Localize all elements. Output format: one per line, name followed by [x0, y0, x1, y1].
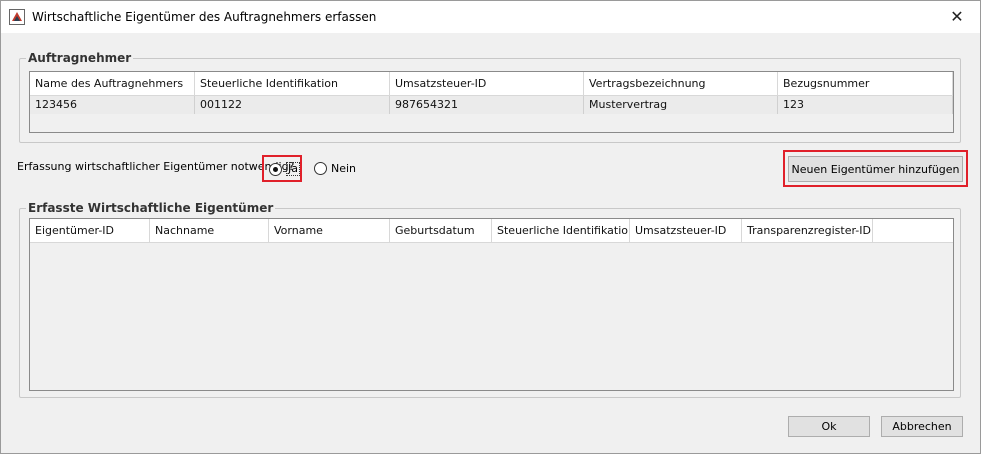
- radio-nein-label: Nein: [331, 162, 357, 175]
- radio-nein[interactable]: Nein: [314, 162, 356, 175]
- auftragnehmer-table-header: Name des Auftragnehmers Steuerliche Iden…: [30, 72, 953, 96]
- java-app-icon: [9, 9, 25, 25]
- question-label: Erfassung wirtschaftlicher Eigentümer no…: [17, 160, 295, 173]
- close-icon[interactable]: ✕: [934, 1, 980, 32]
- column-header-nachname[interactable]: Nachname: [150, 219, 269, 243]
- add-owner-button[interactable]: Neuen Eigentümer hinzufügen: [788, 156, 963, 182]
- eigentuemer-table-header: Eigentümer-ID Nachname Vorname Geburtsda…: [30, 219, 953, 243]
- radio-nein-indicator[interactable]: [314, 162, 327, 175]
- column-header-umsatzsteuer-id[interactable]: Umsatzsteuer-ID: [630, 219, 742, 243]
- column-header-bezugsnummer[interactable]: Bezugsnummer: [778, 72, 953, 96]
- ok-button[interactable]: Ok: [788, 416, 870, 437]
- column-header-vertragsbezeichnung[interactable]: Vertragsbezeichnung: [584, 72, 778, 96]
- title-bar: Wirtschaftliche Eigentümer des Auftragne…: [1, 1, 980, 33]
- radio-ja[interactable]: Ja: [269, 162, 300, 176]
- auftragnehmer-group-title: Auftragnehmer: [26, 51, 134, 65]
- column-header-geburtsdatum[interactable]: Geburtsdatum: [390, 219, 492, 243]
- cancel-button[interactable]: Abbrechen: [881, 416, 963, 437]
- cell-name: 123456: [30, 96, 195, 114]
- auftragnehmer-table[interactable]: Name des Auftragnehmers Steuerliche Iden…: [29, 71, 954, 133]
- column-header-umsatzsteuer-id[interactable]: Umsatzsteuer-ID: [390, 72, 584, 96]
- dialog-window: Wirtschaftliche Eigentümer des Auftragne…: [0, 0, 981, 454]
- column-header-vorname[interactable]: Vorname: [269, 219, 390, 243]
- table-empty-area: [30, 114, 953, 132]
- cell-umsatzsteuer-id: 987654321: [390, 96, 584, 114]
- window-title: Wirtschaftliche Eigentümer des Auftragne…: [32, 10, 377, 24]
- cell-vertragsbezeichnung: Mustervertrag: [584, 96, 778, 114]
- column-header-eigentuemer-id[interactable]: Eigentümer-ID: [30, 219, 150, 243]
- cell-bezugsnummer: 123: [778, 96, 953, 114]
- cell-steuerliche-identifikation: 001122: [195, 96, 390, 114]
- column-header-steuerliche-identifikation[interactable]: Steuerliche Identifikation: [195, 72, 390, 96]
- radio-ja-label: Ja: [286, 162, 300, 176]
- column-header-filler: [873, 219, 953, 243]
- column-header-transparenzregister-id[interactable]: Transparenzregister-ID: [742, 219, 873, 243]
- eigentuemer-group: Erfasste Wirtschaftliche Eigentümer Eige…: [19, 201, 961, 398]
- radio-ja-indicator[interactable]: [269, 162, 282, 176]
- eigentuemer-group-title: Erfasste Wirtschaftliche Eigentümer: [26, 201, 276, 215]
- eigentuemer-table[interactable]: Eigentümer-ID Nachname Vorname Geburtsda…: [29, 218, 954, 391]
- table-empty-area: [30, 243, 953, 390]
- column-header-steuerliche-identifikation[interactable]: Steuerliche Identifikation: [492, 219, 630, 243]
- auftragnehmer-group: Auftragnehmer Name des Auftragnehmers St…: [19, 51, 961, 143]
- column-header-name[interactable]: Name des Auftragnehmers: [30, 72, 195, 96]
- table-row[interactable]: 123456 001122 987654321 Mustervertrag 12…: [30, 96, 953, 114]
